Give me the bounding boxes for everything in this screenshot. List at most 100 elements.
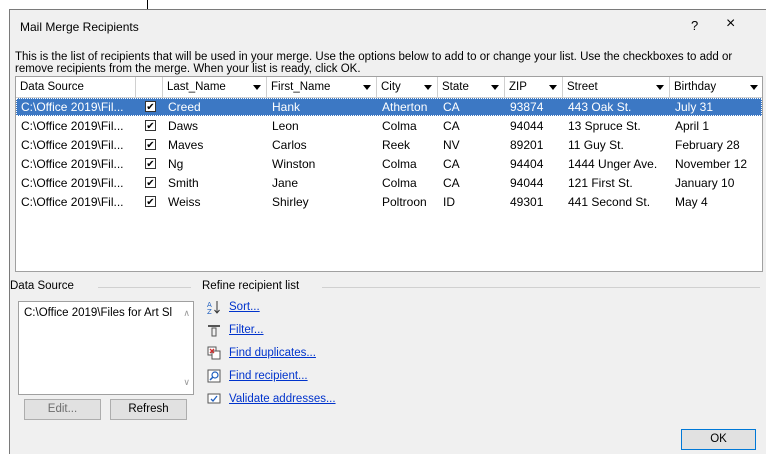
sort-link[interactable]: Sort... <box>229 301 260 313</box>
cell-birthday: January 10 <box>675 176 735 190</box>
find-recipient-link[interactable]: Find recipient... <box>229 370 308 382</box>
cell-first: Hank <box>272 100 301 114</box>
cell-state: CA <box>443 157 460 171</box>
cell-city: Colma <box>382 176 417 190</box>
cell-source: C:\Office 2019\Fil... <box>21 100 124 114</box>
filter-link[interactable]: Filter... <box>229 324 264 336</box>
include-checkbox[interactable]: ✔ <box>145 177 156 189</box>
include-checkbox[interactable]: ✔ <box>145 139 156 151</box>
cell-state: CA <box>443 100 460 114</box>
cell-city: Colma <box>382 119 417 133</box>
table-row[interactable]: C:\Office 2019\Fil... Daws Leon Colma CA 9404… <box>16 117 762 135</box>
column-label: Last_Name <box>167 81 226 93</box>
find-recipient-icon <box>207 369 221 383</box>
include-checkbox[interactable]: ✔ <box>145 196 156 208</box>
cell-birthday: November 12 <box>675 157 748 171</box>
find-duplicates-link[interactable]: Find duplicates... <box>229 347 316 359</box>
recipients-table: Data Source ✔ Last_Name First_Name City … <box>15 76 763 272</box>
ok-button[interactable]: OK <box>681 429 756 450</box>
intro-text: This is the list of recipients that will… <box>15 51 733 75</box>
cell-city: Atherton <box>382 100 428 114</box>
dropdown-arrow-icon[interactable] <box>656 85 664 90</box>
column-label: State <box>442 81 469 93</box>
sort-icon: A Z <box>207 301 220 314</box>
dropdown-arrow-icon[interactable] <box>363 85 371 90</box>
column-label: First_Name <box>271 81 331 93</box>
cell-source: C:\Office 2019\Fil... <box>21 195 124 209</box>
cell-state: NV <box>443 138 460 152</box>
help-button[interactable]: ? <box>691 18 698 33</box>
column-header-street[interactable]: Street <box>563 77 670 97</box>
column-label: Data Source <box>20 81 84 93</box>
cell-first: Leon <box>272 119 299 133</box>
cell-last: Ng <box>168 157 184 171</box>
cell-zip: 94044 <box>510 176 544 190</box>
column-label: City <box>381 81 401 93</box>
column-header-zip[interactable]: ZIP <box>505 77 563 97</box>
column-header-state[interactable]: State <box>438 77 505 97</box>
cell-zip: 89201 <box>510 138 544 152</box>
edit-button[interactable]: Edit... <box>24 399 101 420</box>
column-header-last-name[interactable]: Last_Name <box>163 77 267 97</box>
dropdown-arrow-icon[interactable] <box>424 85 432 90</box>
cell-first: Winston <box>272 157 316 171</box>
close-button[interactable]: × <box>726 15 735 33</box>
cell-birthday: July 31 <box>675 100 714 114</box>
cell-street: 1444 Unger Ave. <box>568 157 658 171</box>
include-checkbox[interactable]: ✔ <box>145 120 156 132</box>
divider <box>322 287 760 288</box>
dropdown-arrow-icon[interactable] <box>253 85 261 90</box>
column-header-data-source[interactable]: Data Source <box>16 77 136 97</box>
column-label: ZIP <box>509 81 527 93</box>
cell-last: Weiss <box>168 195 201 209</box>
table-row[interactable]: C:\Office 2019\Fil... Smith Jane Colma CA 940… <box>16 174 762 192</box>
table-row[interactable]: C:\Office 2019\Fil... Maves Carlos Reek NV 89… <box>16 136 762 154</box>
cell-zip: 94044 <box>510 119 544 133</box>
column-label: Street <box>567 81 598 93</box>
column-header-city[interactable]: City <box>377 77 438 97</box>
divider <box>98 287 191 288</box>
cell-source: C:\Office 2019\Fil... <box>21 176 124 190</box>
dropdown-arrow-icon[interactable] <box>549 85 557 90</box>
column-header-birthday[interactable]: Birthday <box>670 77 762 97</box>
column-header-check[interactable]: ✔ <box>136 77 163 97</box>
cell-street: 121 First St. <box>568 176 633 190</box>
refresh-button[interactable]: Refresh <box>110 399 187 420</box>
scroll-up-icon[interactable]: ∧ <box>183 308 190 319</box>
validate-addresses-link[interactable]: Validate addresses... <box>229 393 336 405</box>
cell-zip: 49301 <box>510 195 544 209</box>
table-row[interactable]: C:\Office 2019\Fil... Weiss Shirley Poltroo… <box>16 193 762 211</box>
data-source-label: Data Source <box>10 280 74 292</box>
cell-source: C:\Office 2019\Fil... <box>21 157 124 171</box>
dropdown-arrow-icon[interactable] <box>491 85 499 90</box>
cell-city: Poltroon <box>382 195 427 209</box>
include-checkbox[interactable]: ✔ <box>145 158 156 170</box>
table-row[interactable]: C:\Office 2019\Fil... Creed Hank Atherton CA… <box>16 98 762 116</box>
table-row[interactable]: C:\Office 2019\Fil... Ng Winston Colma CA 944… <box>16 155 762 173</box>
cell-source: C:\Office 2019\Fil... <box>21 119 124 133</box>
table-header: Data Source ✔ Last_Name First_Name City … <box>16 77 762 98</box>
cell-source: C:\Office 2019\Fil... <box>21 138 124 152</box>
column-header-first-name[interactable]: First_Name <box>267 77 377 97</box>
cell-state: ID <box>443 195 455 209</box>
cell-zip: 94404 <box>510 157 544 171</box>
cell-street: 441 Second St. <box>568 195 651 209</box>
cell-zip: 93874 <box>510 100 544 114</box>
cell-birthday: February 28 <box>675 138 740 152</box>
scroll-down-icon[interactable]: ∨ <box>183 377 190 388</box>
column-label: Birthday <box>674 81 717 93</box>
cell-first: Jane <box>272 176 299 190</box>
filter-icon <box>208 325 220 337</box>
cell-last: Daws <box>168 119 199 133</box>
dropdown-arrow-icon[interactable] <box>750 85 758 90</box>
svg-text:Z: Z <box>207 308 212 314</box>
refine-list-label: Refine recipient list <box>202 280 300 292</box>
cell-first: Carlos <box>272 138 307 152</box>
cell-state: CA <box>443 119 460 133</box>
data-source-item[interactable]: C:\Office 2019\Files for Art Sl <box>24 307 174 319</box>
cell-street: 11 Guy St. <box>568 138 624 152</box>
data-source-list[interactable]: C:\Office 2019\Files for Art Sl ∧ ∨ <box>18 301 194 395</box>
dialog-title: Mail Merge Recipients <box>20 20 139 34</box>
include-checkbox[interactable]: ✔ <box>145 101 156 113</box>
cell-last: Creed <box>168 100 201 114</box>
